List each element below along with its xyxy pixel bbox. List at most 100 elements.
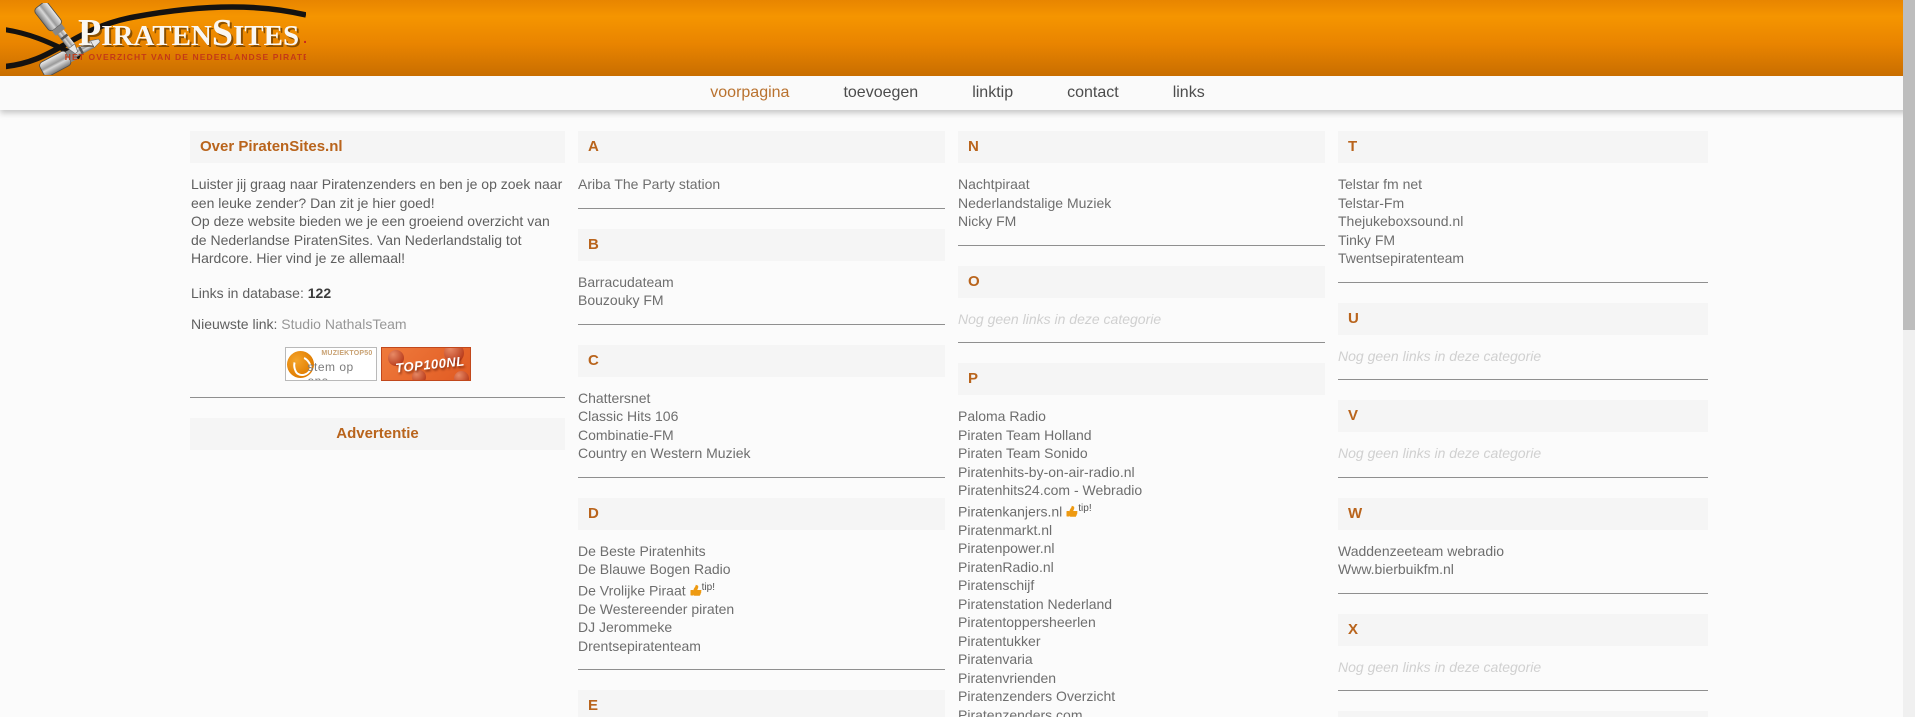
site-link[interactable]: Nachtpiraat bbox=[958, 175, 1325, 194]
site-link[interactable]: Piratenhits-by-on-air-radio.nl bbox=[958, 463, 1325, 482]
newest-link-line: Nieuwste link: Studio NathalsTeam bbox=[191, 315, 565, 334]
scrollbar-thumb[interactable] bbox=[1903, 0, 1915, 330]
site-link[interactable]: Piratenvaria bbox=[958, 650, 1325, 669]
section-header-E: E bbox=[578, 690, 945, 717]
site-link[interactable]: Piratenschijf bbox=[958, 576, 1325, 595]
links-list-T: Telstar fm netTelstar-FmThejukeboxsound.… bbox=[1338, 175, 1708, 282]
nav-item-contact[interactable]: contact bbox=[1067, 84, 1119, 102]
divider bbox=[958, 245, 1325, 246]
site-link[interactable]: De Beste Piratenhits bbox=[578, 542, 945, 561]
section-header-X: X bbox=[1338, 614, 1708, 646]
site-link[interactable]: Tinky FM bbox=[1338, 231, 1708, 250]
about-paragraph: Luister jij graag naar Piratenzenders en… bbox=[191, 175, 565, 268]
empty-category-text: Nog geen links in deze categorie bbox=[958, 310, 1325, 343]
site-link[interactable]: De Vrolijke Piraattip! bbox=[578, 579, 945, 600]
logo-tld: .NL bbox=[303, 30, 306, 46]
section-header-W: W bbox=[1338, 498, 1708, 530]
site-link[interactable]: Piraten Team Holland bbox=[958, 426, 1325, 445]
about-title: Over PiratenSites.nl bbox=[190, 131, 565, 163]
site-link[interactable]: Piratenhits24.com - Webradio bbox=[958, 481, 1325, 500]
divider bbox=[578, 208, 945, 209]
logo-tagline: HET OVERZICHT VAN DE NEDERLANDSE PIRATEN… bbox=[65, 52, 306, 62]
tip-thumb-icon bbox=[690, 584, 702, 596]
section-header-V: V bbox=[1338, 400, 1708, 432]
site-link[interactable]: Nederlandstalige Muziek bbox=[958, 194, 1325, 213]
empty-category-text: Nog geen links in deze categorie bbox=[1338, 658, 1708, 691]
site-link[interactable]: Piratenmarkt.nl bbox=[958, 521, 1325, 540]
newest-link[interactable]: Studio NathalsTeam bbox=[281, 316, 406, 332]
tip-label: tip! bbox=[1078, 503, 1091, 514]
nav-item-links[interactable]: links bbox=[1173, 84, 1205, 102]
links-list-D: De Beste PiratenhitsDe Blauwe Bogen Radi… bbox=[578, 542, 945, 670]
tip-thumb-icon bbox=[1066, 505, 1078, 517]
advert-title: Advertentie bbox=[190, 418, 565, 450]
section-header-P: P bbox=[958, 363, 1325, 395]
about-paragraph-line: Op deze website bieden we je een groeien… bbox=[191, 212, 565, 268]
site-link[interactable]: Twentsepiratenteam bbox=[1338, 249, 1708, 268]
divider bbox=[578, 324, 945, 325]
section-header-D: D bbox=[578, 498, 945, 530]
site-link[interactable]: Piratentoppersheerlen bbox=[958, 613, 1325, 632]
site-link[interactable]: Piratenzenders.com bbox=[958, 706, 1325, 717]
divider bbox=[1338, 690, 1708, 691]
section-header-O: O bbox=[958, 266, 1325, 298]
section-header-Y: Y bbox=[1338, 711, 1708, 717]
site-link[interactable]: Piratenstation Nederland bbox=[958, 595, 1325, 614]
site-link[interactable]: Thejukeboxsound.nl bbox=[1338, 212, 1708, 231]
divider bbox=[190, 397, 565, 398]
links-list-P: Paloma RadioPiraten Team HollandPiraten … bbox=[958, 407, 1325, 717]
main-nav: voorpagina toevoegen linktip contact links bbox=[0, 76, 1915, 110]
divider bbox=[1338, 593, 1708, 594]
divider bbox=[578, 669, 945, 670]
site-link[interactable]: Telstar-Fm bbox=[1338, 194, 1708, 213]
nav-item-toevoegen[interactable]: toevoegen bbox=[843, 84, 918, 102]
site-link[interactable]: Telstar fm net bbox=[1338, 175, 1708, 194]
nav-item-linktip[interactable]: linktip bbox=[972, 84, 1013, 102]
divider bbox=[1338, 282, 1708, 283]
site-link[interactable]: Drentsepiratenteam bbox=[578, 637, 945, 656]
about-paragraph-line: Luister jij graag naar Piratenzenders en… bbox=[191, 175, 565, 212]
site-link[interactable]: PiratenRadio.nl bbox=[958, 558, 1325, 577]
site-header: PIRATENSITES PIRATENSITES.NL HET OVERZIC… bbox=[0, 0, 1915, 76]
site-link[interactable]: Www.bierbuikfm.nl bbox=[1338, 560, 1708, 579]
nav-item-voorpagina[interactable]: voorpagina bbox=[710, 84, 789, 102]
section-header-N: N bbox=[958, 131, 1325, 163]
directory-column-3: TTelstar fm netTelstar-FmThejukeboxsound… bbox=[1338, 131, 1708, 717]
site-link[interactable]: Piraten Team Sonido bbox=[958, 444, 1325, 463]
content-area: Over PiratenSites.nl Luister jij graag n… bbox=[190, 131, 1712, 717]
site-link[interactable]: Country en Western Muziek bbox=[578, 444, 945, 463]
about-column: Over PiratenSites.nl Luister jij graag n… bbox=[190, 131, 565, 717]
muziektop50-top-text: MUZIEKTOP50 bbox=[321, 350, 372, 357]
site-link[interactable]: Piratenkanjers.nltip! bbox=[958, 500, 1325, 521]
site-link[interactable]: De Blauwe Bogen Radio bbox=[578, 560, 945, 579]
section-header-U: U bbox=[1338, 303, 1708, 335]
top100nl-banner[interactable]: TOP100NL bbox=[381, 347, 471, 381]
site-link[interactable]: Classic Hits 106 bbox=[578, 407, 945, 426]
site-link[interactable]: Piratenvrienden bbox=[958, 669, 1325, 688]
site-link[interactable]: De Westereender piraten bbox=[578, 600, 945, 619]
site-link[interactable]: Barracudateam bbox=[578, 273, 945, 292]
site-link[interactable]: Piratenzenders Overzicht bbox=[958, 687, 1325, 706]
site-link[interactable]: Paloma Radio bbox=[958, 407, 1325, 426]
divider bbox=[958, 342, 1325, 343]
site-link[interactable]: Waddenzeeteam webradio bbox=[1338, 542, 1708, 561]
links-list-B: BarracudateamBouzouky FM bbox=[578, 273, 945, 324]
scrollbar-track[interactable] bbox=[1903, 0, 1915, 717]
links-in-database-line: Links in database: 122 bbox=[191, 284, 565, 303]
site-link[interactable]: Combinatie-FM bbox=[578, 426, 945, 445]
site-link[interactable]: DJ Jerommeke bbox=[578, 618, 945, 637]
empty-category-text: Nog geen links in deze categorie bbox=[1338, 347, 1708, 380]
divider bbox=[1338, 379, 1708, 380]
newest-link-label: Nieuwste link: bbox=[191, 316, 277, 332]
site-link[interactable]: Nicky FM bbox=[958, 212, 1325, 231]
muziektop50-banner[interactable]: MUZIEKTOP50 stem op ons bbox=[285, 347, 377, 381]
site-link[interactable]: Bouzouky FM bbox=[578, 291, 945, 310]
links-list-W: Waddenzeeteam webradioWww.bierbuikfm.nl bbox=[1338, 542, 1708, 593]
site-link[interactable]: Piratentukker bbox=[958, 632, 1325, 651]
site-link[interactable]: Chattersnet bbox=[578, 389, 945, 408]
site-link[interactable]: Piratenpower.nl bbox=[958, 539, 1325, 558]
banner-row: MUZIEKTOP50 stem op ons TOP100NL bbox=[190, 347, 565, 381]
site-logo[interactable]: PIRATENSITES PIRATENSITES.NL HET OVERZIC… bbox=[6, 3, 306, 75]
site-link[interactable]: Ariba The Party station bbox=[578, 175, 945, 194]
divider bbox=[578, 477, 945, 478]
